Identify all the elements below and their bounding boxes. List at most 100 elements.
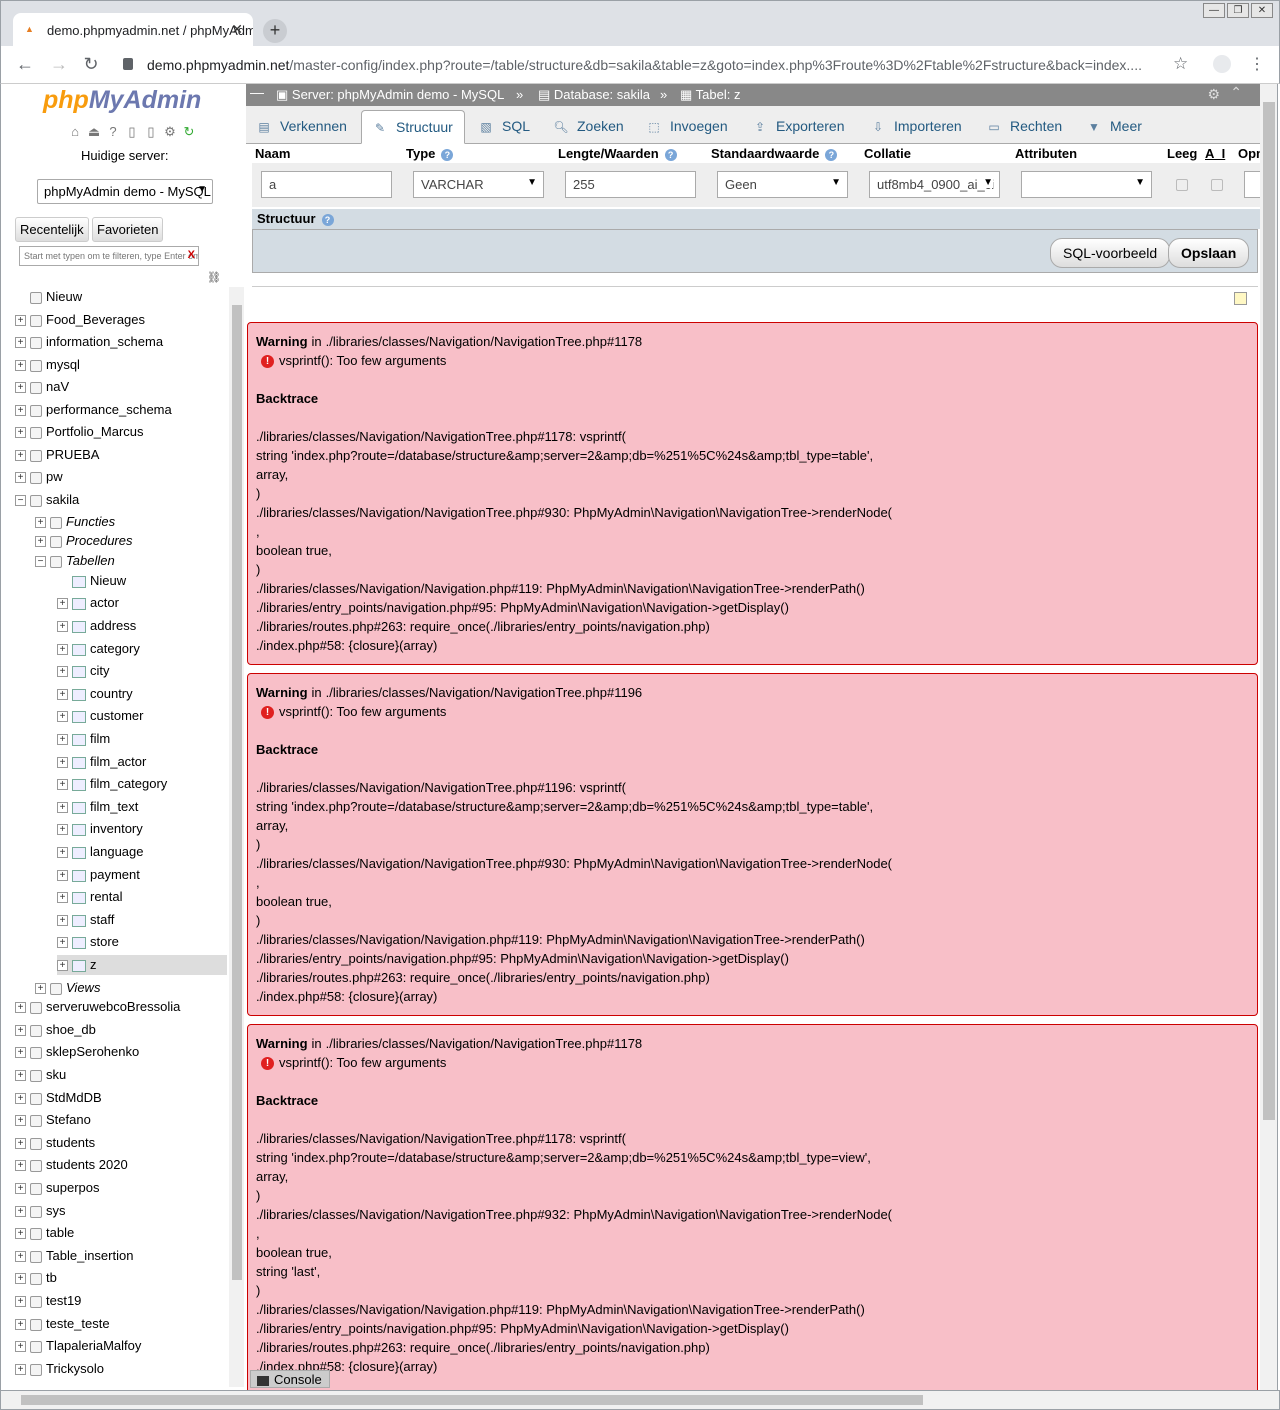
horizontal-scrollbar[interactable] [0, 1390, 1280, 1410]
expand-icon[interactable]: + [15, 315, 26, 327]
phpmyadmin-logo[interactable]: phpMyAdmin [43, 86, 201, 115]
database-item[interactable]: + naV [15, 377, 69, 397]
expand-icon[interactable]: + [15, 337, 26, 349]
expand-icon[interactable]: + [57, 666, 68, 678]
database-item[interactable]: + shoe_db [15, 1020, 96, 1040]
sql-preview-button[interactable]: SQL-voorbeeld [1050, 238, 1171, 268]
bookmark-star-icon[interactable]: ☆ [1173, 54, 1188, 74]
reload-nav-icon[interactable]: ↻ [181, 124, 197, 140]
database-item[interactable]: + Food_Beverages [15, 310, 145, 330]
expand-icon[interactable]: + [57, 870, 68, 882]
expand-icon[interactable]: + [57, 598, 68, 610]
expand-icon[interactable]: + [15, 1093, 26, 1105]
back-icon[interactable]: ← [15, 54, 35, 74]
collapse-top-icon[interactable]: ⌃ [1230, 84, 1242, 101]
expand-icon[interactable]: + [15, 382, 26, 394]
expand-icon[interactable]: + [15, 1228, 26, 1240]
link-chain-icon[interactable]: ⛓ [207, 271, 221, 284]
views-item[interactable]: + Views [35, 978, 100, 998]
database-item[interactable]: + students [15, 1133, 95, 1153]
database-item[interactable]: + pw [15, 467, 63, 487]
column-comment-input[interactable] [1244, 171, 1260, 198]
navigation-filter-input[interactable]: Start met typen om te filteren, type Ent… [19, 246, 199, 266]
expand-icon[interactable]: + [57, 802, 68, 814]
expand-icon[interactable]: + [15, 1025, 26, 1037]
maximize-icon[interactable]: ❐ [1227, 3, 1249, 18]
expand-icon[interactable]: + [15, 472, 26, 484]
null-checkbox[interactable] [1176, 179, 1188, 191]
help-icon[interactable]: ? [105, 124, 121, 140]
main-scrollbar-thumb[interactable] [1263, 102, 1275, 1120]
logout-icon[interactable]: ⏏ [86, 124, 102, 140]
horizontal-scrollbar-thumb[interactable] [21, 1395, 923, 1405]
database-item[interactable]: + performance_schema [15, 400, 172, 420]
tab-export[interactable]: ⇪ Exporteren [752, 110, 854, 144]
expand-icon[interactable]: + [57, 689, 68, 701]
table-item[interactable]: + address [57, 616, 136, 636]
table-item[interactable]: + customer [57, 706, 143, 726]
reload-icon[interactable]: ↻ [81, 54, 101, 74]
table-item[interactable]: + country [57, 684, 133, 704]
main-scrollbar[interactable] [1260, 84, 1278, 1390]
table-item[interactable]: + store [57, 932, 119, 952]
url-field[interactable]: demo.phpmyadmin.net/master-config/index.… [147, 57, 1157, 73]
table-item[interactable]: + film [57, 729, 110, 749]
column-default-select[interactable]: Geen ▼ [717, 171, 848, 198]
help-icon[interactable]: ? [825, 148, 838, 161]
expand-icon[interactable]: + [15, 450, 26, 462]
nav-scrollbar[interactable] [229, 287, 244, 1387]
tab-structure[interactable]: ✎ Structuur [361, 110, 465, 144]
expand-icon[interactable]: + [57, 824, 68, 836]
expand-icon[interactable]: + [57, 960, 68, 972]
crumb-server[interactable]: ▣ Server: phpMyAdmin demo - MySQL [276, 87, 504, 103]
expand-icon[interactable]: + [15, 427, 26, 439]
table-item[interactable]: + category [57, 639, 140, 659]
table-item[interactable]: + payment [57, 865, 140, 885]
notes-icon[interactable] [1234, 292, 1247, 305]
expand-icon[interactable]: + [15, 1138, 26, 1150]
tab-import[interactable]: ⇩ Importeren [870, 110, 968, 144]
recent-button[interactable]: Recentelijk [15, 217, 89, 242]
database-item[interactable]: + test19 [15, 1291, 81, 1311]
docs2-icon[interactable]: ▯ [143, 124, 159, 140]
expand-icon[interactable]: + [57, 915, 68, 927]
database-item[interactable]: + Stefano [15, 1110, 91, 1130]
expand-icon[interactable]: + [35, 536, 46, 548]
console-toggle[interactable]: Console [250, 1370, 330, 1388]
table-item[interactable]: + inventory [57, 819, 143, 839]
column-type-select[interactable]: VARCHAR ▼ [413, 171, 544, 198]
tab-browse[interactable]: ▤ Verkennen [256, 110, 360, 144]
expand-icon[interactable]: + [15, 1047, 26, 1059]
expand-icon[interactable]: + [35, 983, 46, 995]
table-item[interactable]: + film_text [57, 797, 138, 817]
help-icon[interactable]: ? [441, 148, 454, 161]
collapse-icon[interactable]: − [15, 495, 26, 507]
table-item[interactable]: + z [57, 955, 227, 975]
ai-checkbox[interactable] [1211, 179, 1223, 191]
new-table-link[interactable]: Nieuw [57, 571, 126, 591]
column-collation-select[interactable]: utf8mb4_0900_ai_ci ▼ [869, 171, 1000, 198]
minimize-icon[interactable]: — [1203, 3, 1225, 18]
profile-avatar[interactable] [1213, 55, 1231, 73]
tab-more[interactable]: ▼ Meer [1086, 110, 1146, 144]
database-item[interactable]: + table [15, 1223, 74, 1243]
tab-privileges[interactable]: ▭ Rechten [986, 110, 1066, 144]
expand-icon[interactable]: + [57, 937, 68, 949]
favorites-button[interactable]: Favorieten [92, 217, 164, 242]
clear-filter-icon[interactable]: X [188, 249, 195, 261]
column-attributes-select[interactable]: ▼ [1021, 171, 1152, 198]
expand-icon[interactable]: + [15, 1115, 26, 1127]
expand-icon[interactable]: + [57, 621, 68, 633]
expand-icon[interactable]: + [15, 1319, 26, 1331]
new-tab-button[interactable]: + [263, 19, 287, 43]
database-item[interactable]: + Trickysolo [15, 1359, 104, 1379]
expand-icon[interactable]: + [15, 1273, 26, 1285]
expand-icon[interactable]: + [15, 1160, 26, 1172]
help-icon[interactable]: ? [321, 213, 334, 226]
browser-tab[interactable]: ▲ demo.phpmyadmin.net / phpMyAdmin ✕ [13, 13, 253, 47]
column-name-input[interactable]: a [261, 171, 392, 198]
help-icon[interactable]: ? [664, 148, 677, 161]
database-item[interactable]: + PRUEBA [15, 445, 99, 465]
expand-icon[interactable]: + [57, 757, 68, 769]
crumb-database[interactable]: ▤ Database: sakila [538, 87, 650, 103]
